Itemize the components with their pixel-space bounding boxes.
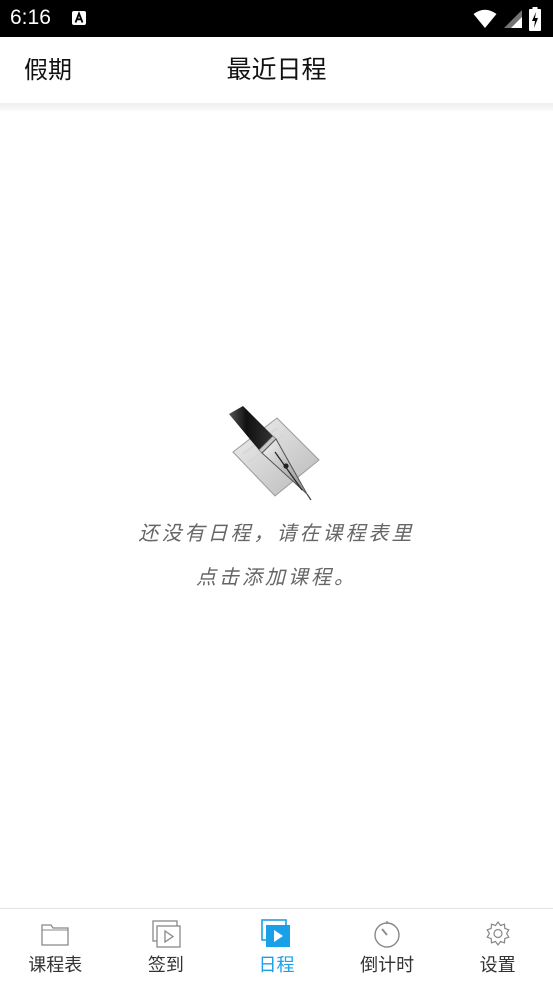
notification-a-icon <box>72 11 86 25</box>
nav-item-checkin[interactable]: 签到 <box>111 909 222 984</box>
video-play-icon <box>152 920 181 948</box>
nav-label-schedule-table: 课程表 <box>28 955 83 976</box>
nav-label-countdown: 倒计时 <box>360 955 415 976</box>
status-icons <box>473 7 541 31</box>
nav-label-schedule: 日程 <box>258 955 295 976</box>
nav-label-checkin: 签到 <box>147 955 184 976</box>
nav-item-countdown[interactable]: 倒计时 <box>332 909 443 984</box>
app-screen: 6:16 假期 最近日程 还没有日程，请在课程表里 点击添加课程。 课程表 签到… <box>0 0 553 984</box>
gear-icon <box>485 920 510 947</box>
app-header: 假期 最近日程 <box>0 37 553 104</box>
status-time: 6:16 <box>10 6 51 29</box>
bottom-navigation: 课程表 签到 日程 倒计时 设置 <box>0 908 553 984</box>
nav-label-settings: 设置 <box>479 955 516 976</box>
nav-item-schedule-table[interactable]: 课程表 <box>0 909 111 984</box>
wifi-icon <box>473 9 497 28</box>
fountain-pen-icon <box>228 406 320 501</box>
signal-icon <box>504 10 522 28</box>
battery-charging-icon <box>529 7 541 31</box>
schedule-play-icon <box>261 919 291 947</box>
empty-message-line1: 还没有日程，请在课程表里 <box>138 521 415 545</box>
folder-icon <box>41 924 69 946</box>
timer-icon <box>374 921 400 948</box>
nav-item-settings[interactable]: 设置 <box>442 909 553 984</box>
empty-message-line2: 点击添加课程。 <box>196 565 357 589</box>
header-divider <box>0 103 553 111</box>
page-title: 最近日程 <box>226 55 327 84</box>
status-bar: 6:16 <box>0 0 553 37</box>
empty-state: 还没有日程，请在课程表里 点击添加课程。 <box>0 400 553 592</box>
nav-item-schedule[interactable]: 日程 <box>221 909 332 984</box>
